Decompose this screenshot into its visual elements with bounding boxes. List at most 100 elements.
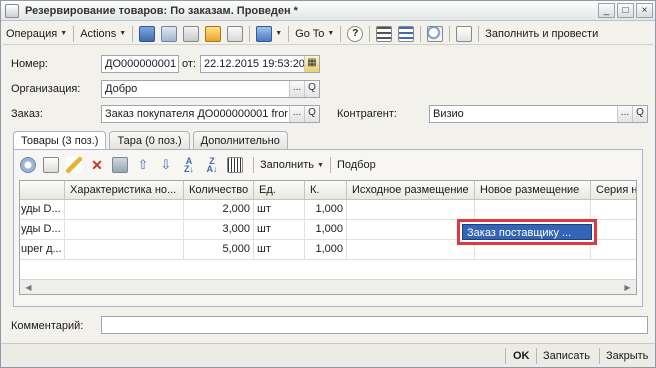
cell-product[interactable]: уды D... [20, 200, 65, 219]
save-button[interactable]: Записать [543, 347, 590, 365]
structure-button[interactable] [395, 24, 417, 44]
cell-series[interactable] [591, 220, 636, 239]
magnifier-icon [427, 25, 444, 42]
cell-source-placement[interactable] [347, 220, 475, 239]
end-edit-icon[interactable] [112, 157, 128, 173]
footer-separator [505, 348, 506, 364]
based-on-menu[interactable]: ▼ [253, 24, 285, 44]
cell-new-placement[interactable] [475, 200, 591, 219]
cell-unit[interactable]: шт [254, 200, 305, 219]
fill-and-post-button[interactable]: Заполнить и провести [482, 24, 601, 44]
actions-menu[interactable]: Actions ▼ [77, 24, 129, 44]
refresh-button[interactable] [180, 24, 202, 44]
selection-button[interactable]: Подбор [334, 155, 379, 175]
cell-unit[interactable]: шт [254, 220, 305, 239]
column-header-product[interactable] [20, 181, 65, 199]
move-down-icon[interactable]: ⇩ [158, 157, 174, 173]
cell-source-placement[interactable] [347, 200, 475, 219]
horizontal-scrollbar[interactable]: ◀ ▶ [20, 279, 636, 294]
column-header-source-placement[interactable]: Исходное размещение [347, 181, 475, 199]
list-button[interactable] [373, 24, 395, 44]
move-up-icon[interactable]: ⇧ [135, 157, 151, 173]
document-structure-button[interactable] [202, 24, 224, 44]
maximize-button[interactable]: □ [617, 3, 634, 18]
sort-ascending-icon[interactable]: A Z↓ [181, 157, 197, 174]
footer-separator [599, 348, 600, 364]
comment-field[interactable] [101, 316, 648, 334]
document-print-icon [456, 25, 473, 42]
number-field[interactable]: ДО000000001 [101, 55, 179, 73]
cell-characteristic[interactable] [65, 220, 184, 239]
edit-row-icon[interactable] [66, 157, 82, 173]
toolbar-separator [420, 25, 422, 42]
unpost-document-button[interactable] [158, 24, 180, 44]
scroll-left-icon[interactable]: ◀ [23, 282, 34, 293]
close-button[interactable]: Закрыть [606, 347, 648, 365]
add-row-icon[interactable] [20, 157, 36, 173]
dropdown-caret-icon: ▼ [275, 30, 283, 37]
barcode-icon[interactable] [227, 157, 243, 173]
main-toolbar: Операция ▼ Actions ▼ ▼ Go To ▼ ? Заполнить … [3, 23, 653, 45]
close-window-button[interactable]: × [636, 3, 653, 18]
toolbar-separator [288, 25, 290, 42]
cell-source-placement[interactable] [347, 240, 475, 259]
delete-row-icon[interactable]: ✕ [89, 157, 105, 173]
cell-quantity[interactable]: 3,000 [184, 220, 254, 239]
post-document-button[interactable] [136, 24, 158, 44]
print-form-button[interactable] [453, 24, 475, 44]
column-header-new-placement[interactable]: Новое размещение [475, 181, 591, 199]
ok-button[interactable]: OK [513, 347, 530, 365]
cell-coefficient[interactable]: 1,000 [305, 240, 347, 259]
toolbar-separator [253, 157, 254, 173]
scroll-right-icon[interactable]: ▶ [622, 282, 633, 293]
operation-menu[interactable]: Операция ▼ [3, 24, 70, 44]
column-header-series[interactable]: Серия но [591, 181, 636, 199]
tab-additional[interactable]: Дополнительно [192, 131, 288, 150]
copy-row-icon[interactable] [43, 157, 59, 173]
new-placement-highlight[interactable]: Заказ поставщику ... [457, 219, 597, 245]
cell-unit[interactable]: шт [254, 240, 305, 259]
tab-containers[interactable]: Тара (0 поз.) [109, 131, 190, 150]
cell-coefficient[interactable]: 1,000 [305, 220, 347, 239]
counterparty-open-icon[interactable]: Q [632, 106, 647, 122]
cell-characteristic[interactable] [65, 200, 184, 219]
cell-quantity[interactable]: 2,000 [184, 200, 254, 219]
order-field[interactable]: Заказ покупателя ДО000000001 fror ... Q [101, 105, 320, 123]
organization-select-button[interactable]: ... [289, 81, 304, 97]
column-header-quantity[interactable]: Количество [184, 181, 254, 199]
calendar-icon[interactable]: ▦ [304, 56, 319, 72]
cell-product[interactable]: uper д... [20, 240, 65, 259]
order-open-icon[interactable]: Q [304, 106, 319, 122]
minimize-button[interactable]: _ [598, 3, 615, 18]
document-structure-icon [205, 25, 222, 42]
column-header-characteristic[interactable]: Характеристика но... [65, 181, 184, 199]
tab-goods[interactable]: Товары (3 поз.) [13, 131, 107, 151]
column-header-unit[interactable]: Ед. [254, 181, 305, 199]
cell-product[interactable]: уды D... [20, 220, 65, 239]
help-button[interactable]: ? [344, 24, 366, 44]
counterparty-field[interactable]: Визио ... Q [429, 105, 648, 123]
cell-coefficient[interactable]: 1,000 [305, 200, 347, 219]
fill-table-menu[interactable]: Заполнить ▼ [257, 155, 327, 175]
cell-quantity[interactable]: 5,000 [184, 240, 254, 259]
toolbar-separator [478, 25, 480, 42]
goto-menu[interactable]: Go To ▼ [292, 24, 337, 44]
table-row[interactable]: уды D... 2,000 шт 1,000 [20, 200, 636, 220]
counterparty-value: Визио [433, 108, 464, 120]
cell-series[interactable] [591, 200, 636, 219]
date-field[interactable]: 22.12.2015 19:53:20 ▦ [200, 55, 320, 73]
sort-descending-icon[interactable]: Z A↓ [204, 157, 220, 174]
movements-button[interactable] [224, 24, 246, 44]
counterparty-select-button[interactable]: ... [617, 106, 632, 122]
column-header-coefficient[interactable]: К. [305, 181, 347, 199]
organization-open-icon[interactable]: Q [304, 81, 319, 97]
cell-characteristic[interactable] [65, 240, 184, 259]
organization-field[interactable]: Добро ... Q [101, 80, 320, 98]
title-bar[interactable]: Резервирование товаров: По заказам. Пров… [1, 1, 655, 21]
goto-menu-label: Go To [295, 27, 325, 40]
new-placement-selected-value[interactable]: Заказ поставщику ... [462, 224, 592, 240]
table-toolbar: ✕ ⇧ ⇩ A Z↓ Z A↓ Заполнить ▼ Подбор [20, 154, 379, 176]
print-preview-button[interactable] [424, 24, 446, 44]
order-select-button[interactable]: ... [289, 106, 304, 122]
cell-series[interactable] [591, 240, 636, 259]
